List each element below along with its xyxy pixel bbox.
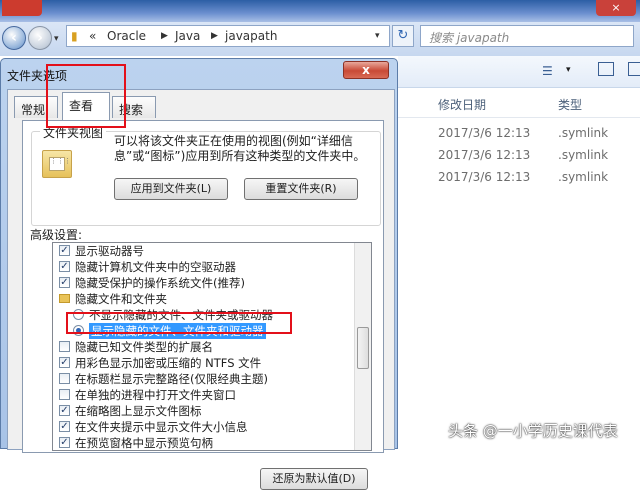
address-dropdown-icon[interactable]: ▾ [375,31,380,41]
file-row[interactable]: 2017/3/6 12:13 .symlink [398,124,640,144]
advanced-settings-label: 高级设置: [30,228,83,242]
dialog-close-button[interactable]: x [343,61,389,79]
history-dropdown-icon[interactable]: ▾ [54,34,59,44]
restore-defaults-button[interactable]: 还原为默认值(D) [260,468,368,490]
file-type: .symlink [558,170,609,184]
column-type[interactable]: 类型 [558,96,582,113]
checkbox[interactable] [59,341,70,352]
path-prefix: « [89,29,97,43]
checkbox[interactable]: ✓ [59,277,70,288]
folder-views-icon: ⋮⋮⋮ [42,150,72,178]
file-list-header: 修改日期 类型 [398,88,640,118]
dialog-body: 常规 查看 搜索 文件夹视图 ⋮⋮⋮ 可以将该文件夹正在使用的视图(例如“详细信… [7,89,395,490]
back-button[interactable]: ‹ [2,26,26,50]
scrollbar-thumb[interactable] [357,327,369,369]
view-dropdown-icon[interactable]: ▾ [566,65,571,75]
breadcrumb-oracle[interactable]: Oracle [107,29,146,43]
checkbox[interactable] [59,373,70,384]
address-bar[interactable]: ▮ « Oracle ▶ Java ▶ javapath ▾ [66,25,390,47]
file-type: .symlink [558,126,609,140]
checkbox[interactable]: ✓ [59,421,70,432]
forward-button[interactable]: › [28,26,52,50]
search-input[interactable]: 搜索 javapath [420,25,634,47]
explorer-title-strip: × [0,0,640,22]
watermark: 头条 @一小学历史课代表 [448,422,618,440]
folder-icon: ▮ [71,29,78,43]
breadcrumb-javapath[interactable]: javapath [225,29,277,43]
folder-views-description: 可以将该文件夹正在使用的视图(例如“详细信息”或“图标”)应用到所有这种类型的文… [114,134,366,163]
view-options-icon[interactable]: ☰ [542,64,553,78]
folder-icon [59,294,70,303]
breadcrumb-separator-icon[interactable]: ▶ [161,31,168,41]
checkbox[interactable]: ✓ [59,357,70,368]
checkbox[interactable] [59,389,70,400]
column-date[interactable]: 修改日期 [438,96,486,113]
file-row[interactable]: 2017/3/6 12:13 .symlink [398,146,640,166]
file-date: 2017/3/6 12:13 [438,170,531,184]
explorer-close-button[interactable]: × [596,0,636,16]
advanced-settings-list[interactable]: ✓ 显示驱动器号 ✓ 隐藏计算机文件夹中的空驱动器 ✓ 隐藏受保护的操作系统文件… [52,242,372,451]
checkbox[interactable]: ✓ [59,437,70,448]
explorer-toolbar: ☰ ▾ [398,56,640,88]
settings-scrollbar[interactable] [354,243,371,450]
file-row[interactable]: 2017/3/6 12:13 .symlink [398,168,640,188]
reset-folders-button[interactable]: 重置文件夹(R) [244,178,358,200]
file-type: .symlink [558,148,609,162]
refresh-button[interactable]: ↻ [392,25,414,47]
highlight-show-hidden [66,312,292,334]
breadcrumb-separator-icon[interactable]: ▶ [211,31,218,41]
apply-to-folders-button[interactable]: 应用到文件夹(L) [114,178,228,200]
breadcrumb-java[interactable]: Java [175,29,200,43]
checkbox[interactable]: ✓ [59,245,70,256]
file-date: 2017/3/6 12:13 [438,126,531,140]
highlight-view-tab [46,64,126,128]
app-badge [2,0,42,16]
checkbox[interactable]: ✓ [59,261,70,272]
checkbox[interactable]: ✓ [59,405,70,416]
preview-pane-icon[interactable] [598,62,614,76]
folder-views-group: 文件夹视图 ⋮⋮⋮ 可以将该文件夹正在使用的视图(例如“详细信息”或“图标”)应… [31,124,381,226]
help-icon[interactable] [628,62,640,76]
file-date: 2017/3/6 12:13 [438,148,531,162]
